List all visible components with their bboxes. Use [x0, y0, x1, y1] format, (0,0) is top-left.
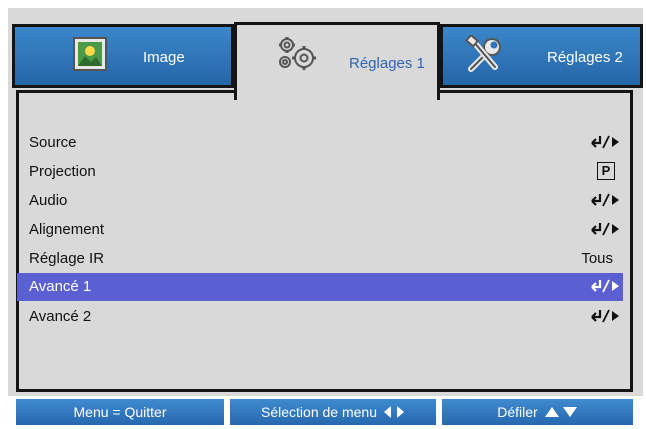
tab-image[interactable]: Image: [12, 24, 234, 88]
menu-quit-label: Menu = Quitter: [73, 404, 167, 420]
menu-quit-hint[interactable]: Menu = Quitter: [16, 399, 224, 425]
menu-item-label: Audio: [29, 192, 68, 209]
enter-arrow-icon: [589, 307, 623, 325]
menu-item-projection[interactable]: Projection P: [17, 158, 623, 185]
menu-item-avance-2[interactable]: Avancé 2: [17, 303, 623, 330]
tab-reglages-2-label: Réglages 2: [547, 49, 623, 66]
scroll-label: Défiler: [497, 404, 538, 420]
tab-reglages-1[interactable]: Réglages 1: [234, 22, 440, 100]
enter-arrow-icon: [589, 191, 623, 209]
menu-item-label: Avancé 1: [29, 278, 92, 295]
enter-arrow-icon: [589, 220, 623, 238]
gears-icon: [275, 35, 317, 73]
menu-select-hint[interactable]: Sélection de menu: [230, 399, 436, 425]
menu-item-avance-1[interactable]: Avancé 1: [17, 273, 623, 301]
footer-bar: Menu = Quitter Sélection de menu Défiler: [16, 399, 633, 425]
enter-arrow-icon: [589, 133, 623, 151]
menu-item-label: Réglage IR: [29, 250, 105, 267]
up-down-arrows-icon: [544, 405, 578, 419]
projection-mode-box: P: [597, 162, 615, 180]
enter-arrow-icon: [589, 277, 623, 295]
menu-item-reglage-ir[interactable]: Réglage IR Tous: [17, 245, 623, 272]
menu-item-label: Projection: [29, 163, 96, 180]
menu-item-label: Avancé 2: [29, 308, 92, 325]
left-right-arrows-icon: [383, 405, 405, 419]
projection-value: P: [597, 162, 623, 180]
menu-item-audio[interactable]: Audio: [17, 187, 623, 214]
tab-reglages-2[interactable]: Réglages 2: [440, 24, 643, 88]
tab-bar: Image Réglages 1 Réglages 2: [8, 10, 643, 100]
menu-item-alignement[interactable]: Alignement: [17, 216, 623, 243]
tab-reglages-1-label: Réglages 1: [349, 55, 425, 72]
menu-item-source[interactable]: Source: [17, 129, 623, 156]
menu-item-label: Source: [29, 134, 77, 151]
menu-item-label: Alignement: [29, 221, 105, 238]
reglage-ir-value: Tous: [581, 250, 613, 267]
tools-icon: [465, 35, 505, 75]
scroll-hint[interactable]: Défiler: [442, 399, 633, 425]
menu-select-label: Sélection de menu: [261, 404, 377, 420]
image-icon: [73, 37, 107, 71]
tab-image-label: Image: [143, 49, 185, 66]
